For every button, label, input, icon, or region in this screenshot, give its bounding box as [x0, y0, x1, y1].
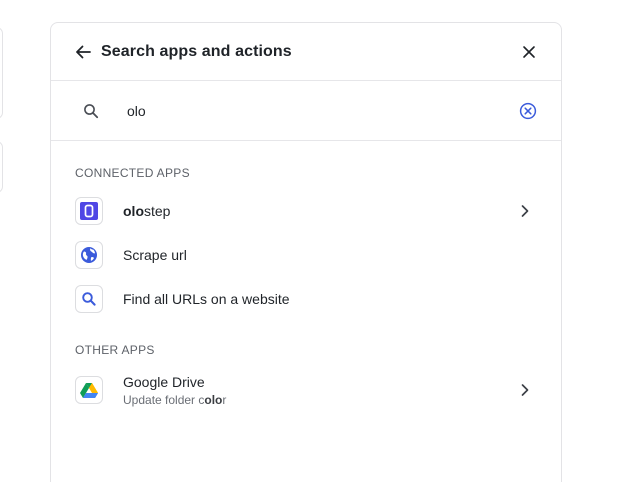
back-button[interactable] — [73, 42, 93, 62]
item-label-rest: step — [144, 203, 171, 219]
list-item-olostep[interactable]: olostep — [51, 189, 561, 233]
list-item-find-all-urls[interactable]: Find all URLs on a website — [51, 277, 561, 321]
search-match-highlight: olo — [204, 392, 223, 407]
list-item-scrape-url[interactable]: Scrape url — [51, 233, 561, 277]
chevron-right-icon — [517, 382, 533, 398]
search-apps-dialog: Search apps and actions CONNECTED APPS — [50, 22, 562, 482]
search-match-highlight: olo — [123, 203, 144, 219]
close-icon — [523, 45, 535, 58]
google-drive-icon — [75, 376, 103, 404]
globe-icon — [75, 241, 103, 269]
search-bar — [51, 81, 561, 141]
close-button[interactable] — [519, 42, 539, 62]
olostep-logo-icon — [75, 197, 103, 225]
section-heading-connected-apps: CONNECTED APPS — [75, 166, 190, 180]
dialog-header: Search apps and actions — [51, 23, 561, 81]
section-heading-other-apps: OTHER APPS — [75, 343, 155, 357]
item-label: Scrape url — [123, 247, 187, 263]
background-card — [0, 141, 3, 193]
arrow-left-icon — [76, 45, 91, 58]
item-label: Find all URLs on a website — [123, 291, 290, 307]
clear-circle-icon — [519, 102, 537, 119]
subtitle-suffix: r — [222, 392, 227, 407]
search-input[interactable] — [127, 98, 519, 123]
background-card — [0, 27, 3, 119]
item-text-block: Google Drive Update folder color — [123, 374, 517, 407]
subtitle-prefix: Update folder c — [123, 392, 205, 407]
clear-search-button[interactable] — [519, 102, 537, 120]
search-icon — [82, 102, 100, 120]
search-icon — [75, 285, 103, 313]
list-item-google-drive[interactable]: Google Drive Update folder color — [51, 366, 561, 414]
chevron-right-icon — [517, 203, 533, 219]
item-label: Google Drive — [123, 373, 205, 390]
dialog-title: Search apps and actions — [101, 42, 292, 60]
item-label: olostep — [123, 203, 517, 219]
item-subtitle: Update folder color — [123, 393, 517, 407]
